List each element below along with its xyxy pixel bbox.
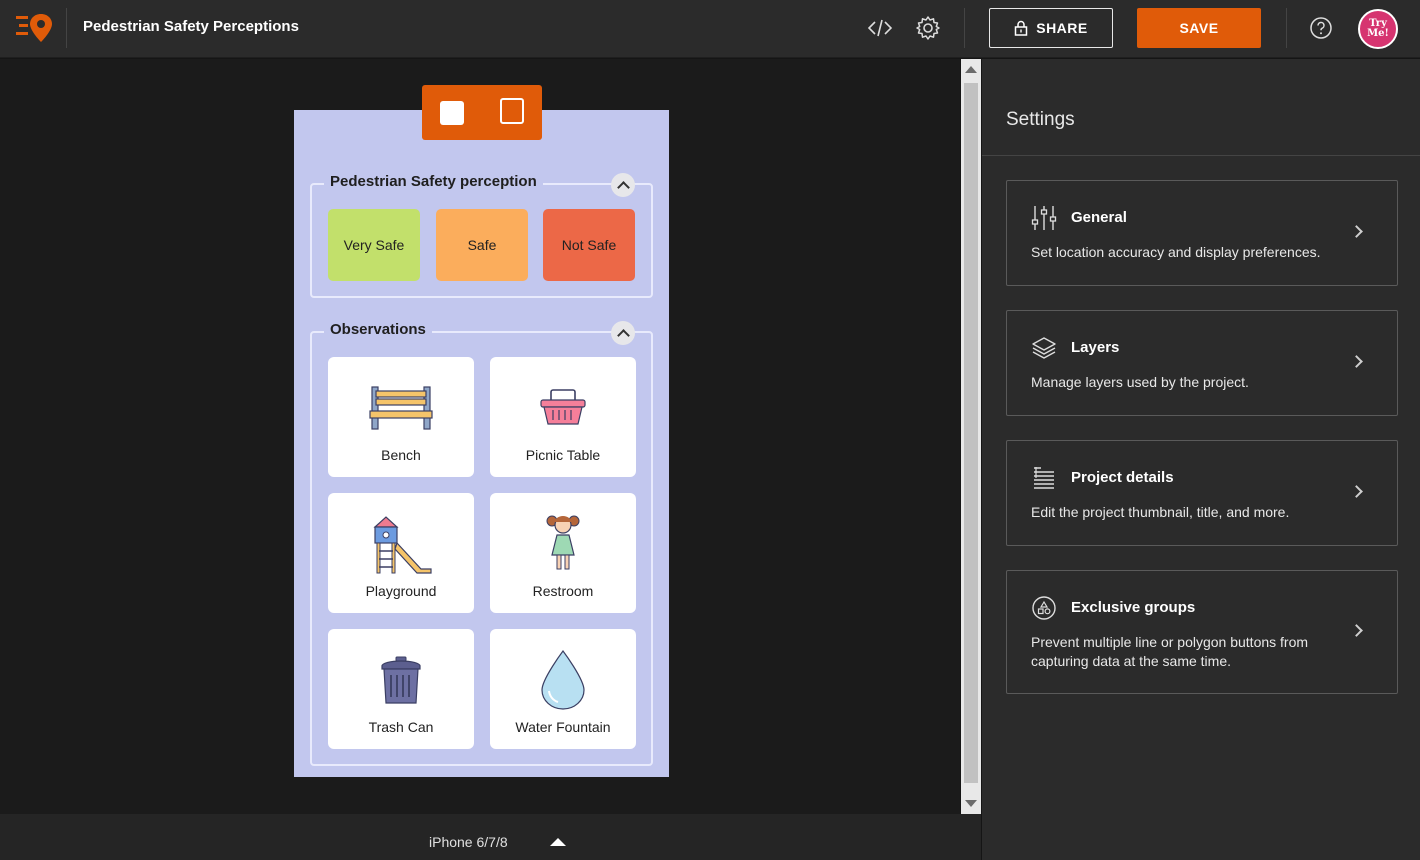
picnic-basket-icon [490, 373, 636, 443]
divider [964, 8, 965, 48]
share-label: SHARE [1036, 20, 1088, 36]
playground-button[interactable]: Playground [328, 493, 474, 613]
settings-panel: Settings General Set location accuracy a… [982, 59, 1420, 860]
avatar-text: Me! [1367, 28, 1389, 39]
layers-icon [1031, 335, 1057, 361]
orientation-toolbar [422, 85, 542, 140]
gear-icon[interactable] [912, 12, 944, 44]
observation-label: Picnic Table [525, 447, 601, 463]
bench-button[interactable]: Bench [328, 357, 474, 477]
avatar[interactable]: Try Me! [1358, 9, 1398, 49]
playground-icon [328, 509, 474, 579]
help-icon[interactable] [1305, 12, 1337, 44]
collapse-button[interactable] [611, 321, 635, 345]
trash-can-button[interactable]: Trash Can [328, 629, 474, 749]
observation-label: Water Fountain [515, 719, 611, 735]
settings-card-layers[interactable]: Layers Manage layers used by the project… [1006, 310, 1398, 416]
card-title: Layers [1071, 339, 1120, 356]
water-drop-icon [490, 645, 636, 715]
landscape-toggle[interactable] [500, 98, 524, 124]
group-title: Pedestrian Safety perception [324, 173, 543, 190]
divider [66, 8, 67, 48]
scroll-down-icon[interactable] [965, 800, 977, 807]
top-bar: Pedestrian Safety Perceptions SHARE SAVE… [0, 0, 1420, 58]
restroom-button[interactable]: Restroom [490, 493, 636, 613]
share-button[interactable]: SHARE [989, 8, 1113, 48]
details-list-icon [1031, 465, 1057, 491]
lock-icon [1014, 20, 1028, 36]
observation-label: Bench [381, 447, 421, 463]
group-shapes-icon [1031, 595, 1057, 621]
chevron-right-icon [1350, 485, 1363, 498]
card-title: General [1071, 209, 1127, 226]
observation-label: Restroom [532, 583, 594, 599]
device-bar: iPhone 6/7/8 [0, 814, 981, 860]
vertical-scrollbar[interactable] [961, 59, 981, 814]
chevron-up-icon[interactable] [550, 838, 566, 846]
card-title: Project details [1071, 469, 1174, 486]
code-icon[interactable] [864, 12, 896, 44]
trash-can-icon [328, 645, 474, 715]
app-logo-icon[interactable] [16, 12, 56, 44]
app-title: Pedestrian Safety Perceptions [83, 18, 299, 35]
divider [982, 155, 1420, 156]
observation-label: Playground [365, 583, 437, 599]
chevron-right-icon [1350, 225, 1363, 238]
phone-preview: Pedestrian Safety perception Very Safe S… [294, 110, 669, 777]
observation-label: Trash Can [368, 719, 434, 735]
card-description: Edit the project thumbnail, title, and m… [1031, 504, 1290, 520]
scroll-up-icon[interactable] [965, 66, 977, 73]
observations-group: Observations Bench Picnic Table Playgrou… [310, 321, 653, 766]
settings-card-general[interactable]: General Set location accuracy and displa… [1006, 180, 1398, 286]
divider [1286, 8, 1287, 48]
card-title: Exclusive groups [1071, 599, 1196, 616]
chevron-right-icon [1350, 355, 1363, 368]
water-fountain-button[interactable]: Water Fountain [490, 629, 636, 749]
scrollbar-thumb[interactable] [964, 83, 978, 783]
settings-card-project-details[interactable]: Project details Edit the project thumbna… [1006, 440, 1398, 546]
not-safe-button[interactable]: Not Safe [543, 209, 635, 281]
safe-button[interactable]: Safe [436, 209, 528, 281]
settings-card-exclusive-groups[interactable]: Exclusive groups Prevent multiple line o… [1006, 570, 1398, 694]
card-description: Prevent multiple line or polygon buttons… [1031, 634, 1309, 669]
chevron-right-icon [1350, 624, 1363, 637]
settings-title: Settings [1006, 109, 1075, 130]
card-description: Set location accuracy and display prefer… [1031, 244, 1321, 260]
very-safe-button[interactable]: Very Safe [328, 209, 420, 281]
group-title: Observations [324, 321, 432, 338]
safety-perception-group: Pedestrian Safety perception Very Safe S… [310, 173, 653, 298]
card-description: Manage layers used by the project. [1031, 374, 1249, 390]
restroom-icon [490, 509, 636, 579]
portrait-toggle[interactable] [440, 101, 464, 125]
collapse-button[interactable] [611, 173, 635, 197]
picnic-table-button[interactable]: Picnic Table [490, 357, 636, 477]
bench-icon [328, 373, 474, 443]
save-button[interactable]: SAVE [1137, 8, 1261, 48]
sliders-icon [1031, 205, 1057, 231]
device-selector[interactable]: iPhone 6/7/8 [429, 834, 508, 850]
